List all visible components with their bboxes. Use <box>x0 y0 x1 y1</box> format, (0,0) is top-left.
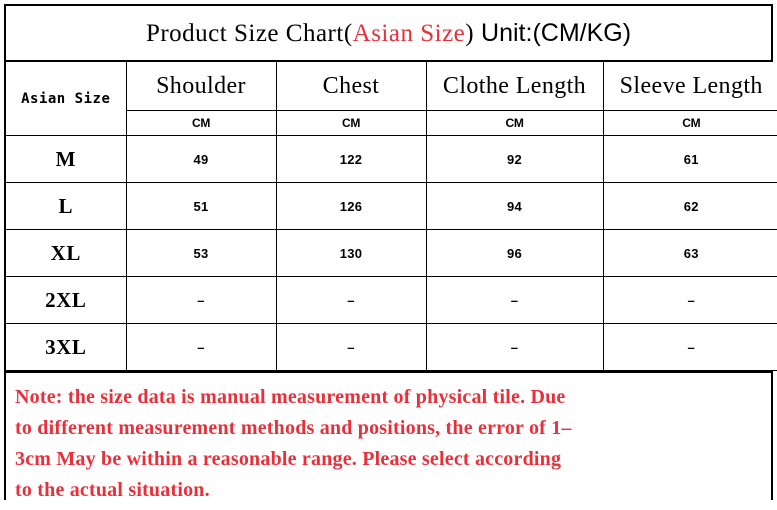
cell-shoulder: 53 <box>125 229 277 277</box>
cell-chest: – <box>275 323 427 371</box>
cell-chest: 126 <box>275 182 427 230</box>
cell-clothe-length: 96 <box>425 229 604 277</box>
cell-shoulder: 49 <box>125 135 277 183</box>
table-header-row: Asian Size Shoulder Chest Clothe Length … <box>6 62 777 136</box>
table-row: M 49 122 92 61 <box>6 135 777 183</box>
chart-title-row: Product Size Chart(Asian Size) Unit:(CM/… <box>6 6 771 62</box>
cell-sleeve-length: 61 <box>602 135 777 183</box>
column-header-shoulder: Shoulder <box>125 62 277 111</box>
note-line: to different measurement methods and pos… <box>15 417 572 439</box>
cell-clothe-length: 94 <box>425 182 604 230</box>
cell-sleeve-length: – <box>602 323 777 371</box>
row-size-label: 3XL <box>6 323 127 371</box>
title-paren-open: ( <box>343 19 353 47</box>
size-chart-frame: Product Size Chart(Asian Size) Unit:(CM/… <box>4 4 777 510</box>
size-chart-root: Product Size Chart(Asian Size) Unit:(CM/… <box>0 0 777 510</box>
column-header-clothe-length: Clothe Length <box>425 62 604 111</box>
cell-clothe-length: – <box>425 276 604 324</box>
cell-shoulder: – <box>125 276 277 324</box>
measurement-note: Note: the size data is manual measuremen… <box>6 371 771 510</box>
column-header-sleeve-length: Sleeve Length <box>602 62 777 111</box>
note-line: Note: the size data is manual measuremen… <box>15 386 566 408</box>
size-table-wrap: Asian Size Shoulder Chest Clothe Length … <box>6 62 777 371</box>
row-size-label: M <box>6 135 127 183</box>
title-prefix: Product Size Chart <box>145 19 344 47</box>
row-size-label: XL <box>6 229 127 277</box>
note-line: to the actual situation. <box>15 479 210 501</box>
cell-shoulder: 51 <box>125 182 277 230</box>
cell-clothe-length: 92 <box>425 135 604 183</box>
row-size-label: 2XL <box>6 276 127 324</box>
table-row: 3XL – – – – <box>6 323 777 371</box>
cell-chest: 122 <box>275 135 427 183</box>
cell-sleeve-length: 63 <box>602 229 777 277</box>
table-row: 2XL – – – – <box>6 276 777 324</box>
cell-chest: 130 <box>275 229 427 277</box>
page-title: Product Size Chart(Asian Size) Unit:(CM/… <box>146 19 631 48</box>
title-accent: Asian Size <box>352 19 466 47</box>
table-row: XL 53 130 96 63 <box>6 229 777 277</box>
cell-shoulder: – <box>125 323 277 371</box>
cell-sleeve-length: 62 <box>602 182 777 230</box>
unit-clothe-length: CM <box>425 110 604 136</box>
title-paren-close: ) <box>465 19 475 47</box>
unit-chest: CM <box>275 110 427 136</box>
unit-shoulder: CM <box>126 110 277 136</box>
column-header-size: Asian Size <box>6 62 127 136</box>
cell-clothe-length: – <box>425 323 604 371</box>
column-header-chest: Chest <box>275 62 427 111</box>
row-size-label: L <box>6 182 127 230</box>
unit-sleeve-length: CM <box>602 110 777 136</box>
note-line: 3cm May be within a reasonable range. Pl… <box>15 448 562 470</box>
cell-sleeve-length: – <box>602 276 777 324</box>
cell-chest: – <box>275 276 427 324</box>
size-table: Asian Size Shoulder Chest Clothe Length … <box>6 62 777 371</box>
title-unit: Unit:(CM/KG) <box>474 18 632 47</box>
table-row: L 51 126 94 62 <box>6 182 777 230</box>
